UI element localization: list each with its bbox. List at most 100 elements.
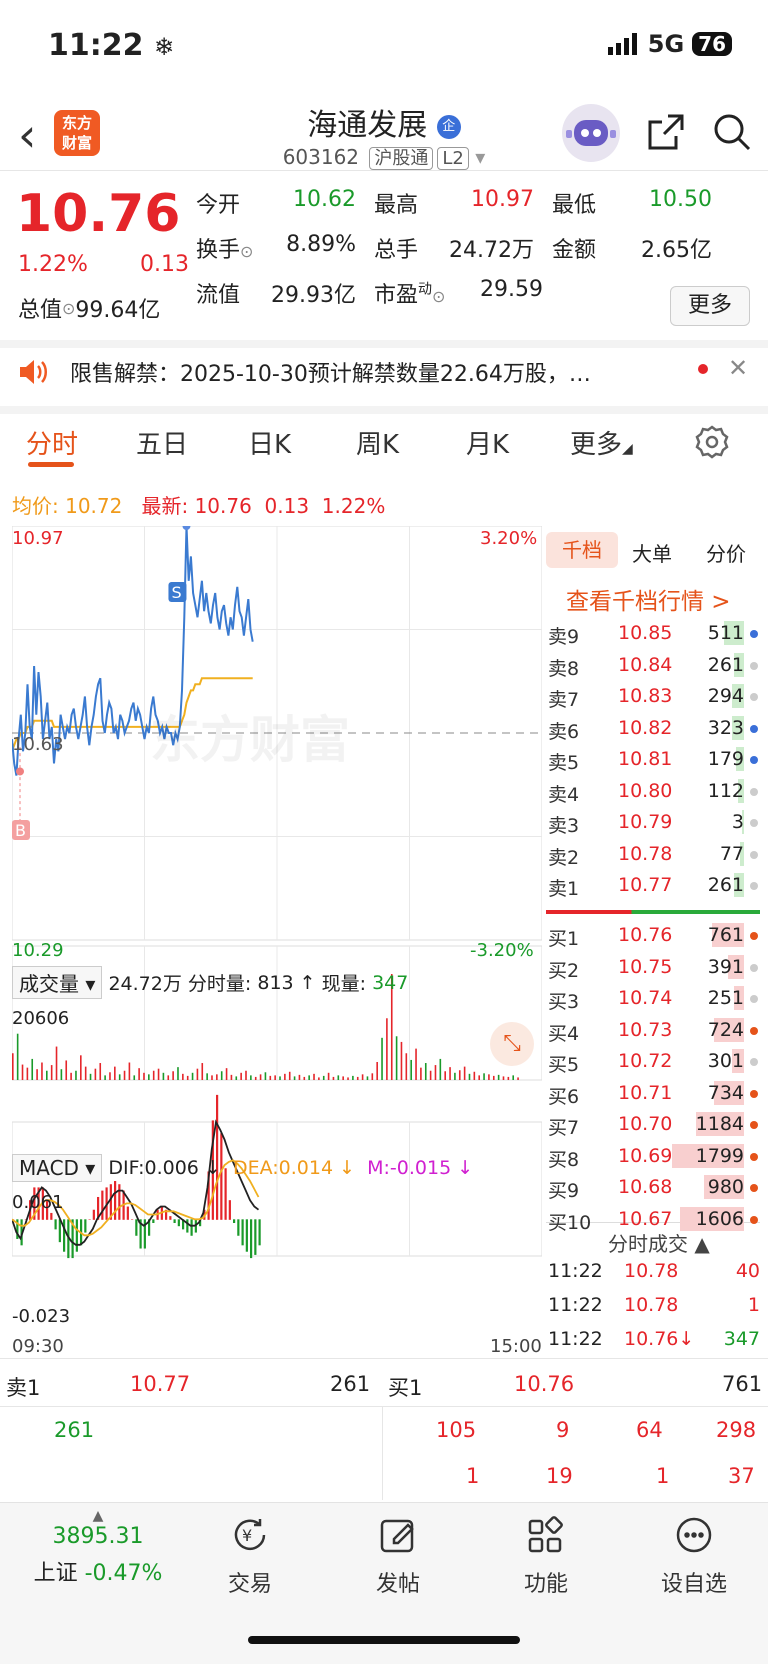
ask-row[interactable]: 卖9 10.85 511 [548, 618, 760, 649]
last-price: 10.76 [16, 184, 181, 244]
volume-bar [415, 1048, 417, 1080]
bottom-ask-vol: 261 [330, 1372, 371, 1396]
pe-label: 市盈动⊙ [374, 281, 446, 308]
tab-monthly-k[interactable]: 月K [466, 424, 509, 461]
order-dot [750, 1184, 758, 1192]
order-dot [750, 1121, 758, 1129]
order-price: 10.84 [618, 653, 673, 676]
close-icon[interactable]: ✕ [728, 354, 748, 382]
price-high-label: 10.97 [12, 528, 64, 549]
volume-bar [356, 1076, 359, 1080]
order-level-label: 卖5 [548, 752, 580, 774]
bottom-bid-vol: 761 [722, 1372, 763, 1396]
ask-row[interactable]: 卖6 10.82 323 [548, 713, 760, 744]
volume-bar [182, 1073, 184, 1080]
search-icon[interactable] [712, 112, 752, 152]
order-level-label: 买5 [548, 1054, 580, 1076]
indicator-select[interactable]: 成交量 ▾ [12, 966, 103, 999]
bid-row[interactable]: 买8 10.69 1799 [548, 1141, 760, 1172]
info-icon[interactable]: ⊙ [240, 242, 253, 261]
volume-bar [395, 1036, 398, 1080]
order-level-label: 买9 [548, 1180, 580, 1202]
dropdown-icon: ▾ [475, 145, 486, 169]
tab-intraday[interactable]: 分时 [26, 424, 78, 461]
bid-row[interactable]: 买10 10.67 1606 [548, 1204, 760, 1235]
total-value: 总值 ⊙ 99.64亿 [18, 298, 161, 323]
order-dot [750, 1058, 758, 1066]
bid-queue-item: 1 [656, 1464, 670, 1488]
nav-trade[interactable]: ¥ 交易 [190, 1512, 310, 1598]
battery-icon: 76 [692, 32, 732, 56]
order-volume: 251 [707, 987, 744, 1009]
expand-icon[interactable]: ⤡ [490, 1022, 534, 1066]
info-icon[interactable]: ⊙ [62, 299, 75, 318]
bid-row[interactable]: 买5 10.72 301 [548, 1046, 760, 1077]
tab-weekly-k[interactable]: 周K [356, 424, 399, 461]
tick-price: 10.76↓ [624, 1328, 695, 1350]
macd-select[interactable]: MACD ▾ [12, 1154, 103, 1182]
bid-row[interactable]: 买7 10.70 1184 [548, 1109, 760, 1140]
order-price: 10.68 [618, 1176, 673, 1198]
bid-row[interactable]: 买2 10.75 391 [548, 952, 760, 983]
tab-book-1000[interactable]: 千档 [546, 532, 618, 568]
order-volume: 323 [707, 716, 744, 739]
amount-label: 金额 [552, 238, 597, 263]
ask-row[interactable]: 卖4 10.80 112 [548, 776, 760, 807]
intraday-chart[interactable]: BS [12, 526, 542, 1356]
bid-row[interactable]: 买1 10.76 761 [548, 920, 760, 951]
tab-daily-k[interactable]: 日K [248, 424, 291, 461]
bid-row[interactable]: 买6 10.71 734 [548, 1078, 760, 1109]
volume-bar [488, 1074, 490, 1080]
tab-price-dist[interactable]: 分价 [706, 538, 746, 567]
order-dot [750, 850, 758, 859]
settings-icon[interactable] [694, 424, 730, 464]
notice-text[interactable]: 限售解禁：2025-10-30预计解禁数量22.64万股，… [70, 356, 591, 388]
order-price: 10.69 [618, 1144, 673, 1167]
volume-bar [492, 1075, 495, 1080]
ask-row[interactable]: 卖1 10.77 261 [548, 870, 760, 901]
volume-bar [216, 1074, 218, 1080]
order-dot [750, 963, 758, 972]
macd-histogram-bar [75, 1219, 78, 1252]
tab-more[interactable]: 更多◢ [570, 424, 633, 461]
macd-histogram-bar [169, 1216, 172, 1220]
s-marker-text: S [171, 583, 181, 602]
volume-bar [235, 1076, 238, 1080]
nav-functions[interactable]: 功能 [486, 1512, 606, 1598]
nav-post[interactable]: 发帖 [338, 1512, 458, 1598]
bid-row[interactable]: 买9 10.68 980 [548, 1172, 760, 1203]
tab-5day[interactable]: 五日 [136, 424, 188, 461]
volume-bar [46, 1070, 48, 1080]
macd-histogram-bar [241, 1219, 244, 1246]
volume-bar [473, 1071, 476, 1080]
tick-volume: 1 [747, 1294, 760, 1316]
nav-add-watchlist[interactable]: 设自选 [634, 1512, 754, 1598]
volume-bar [376, 1061, 378, 1080]
assistant-robot-icon[interactable] [562, 104, 620, 162]
ask-row[interactable]: 卖7 10.83 294 [548, 681, 760, 712]
volume-bar [322, 1075, 325, 1080]
share-icon[interactable] [646, 112, 686, 152]
volume-bar [143, 1072, 145, 1080]
bid-row[interactable]: 买4 10.73 724 [548, 1015, 760, 1046]
more-button[interactable]: 更多 [670, 286, 750, 326]
ask-row[interactable]: 卖8 10.84 261 [548, 650, 760, 681]
bid-row[interactable]: 买3 10.74 251 [548, 983, 760, 1014]
view-book-link[interactable]: 查看千档行情 > [566, 582, 731, 616]
ask-row[interactable]: 卖5 10.81 179 [548, 744, 760, 775]
volume-bar [50, 1065, 53, 1080]
tab-big-orders[interactable]: 大单 [632, 538, 672, 567]
order-dot [750, 630, 758, 638]
order-dot [750, 693, 758, 701]
tick-time: 11:22 [548, 1260, 603, 1282]
order-volume: 261 [707, 874, 744, 896]
info-icon[interactable]: ⊙ [432, 287, 445, 306]
ask-row[interactable]: 卖3 10.79 3 [548, 807, 760, 838]
volume-bar [454, 1072, 456, 1080]
order-volume: 3 [731, 811, 744, 833]
float-value: 29.93亿 [271, 283, 356, 308]
more-circle-icon [634, 1512, 754, 1558]
index-widget[interactable]: ▲ 3895.31 上证 -0.47% [18, 1508, 178, 1587]
ask-row[interactable]: 卖2 10.78 77 [548, 839, 760, 870]
macd-histogram-bar [186, 1219, 189, 1233]
